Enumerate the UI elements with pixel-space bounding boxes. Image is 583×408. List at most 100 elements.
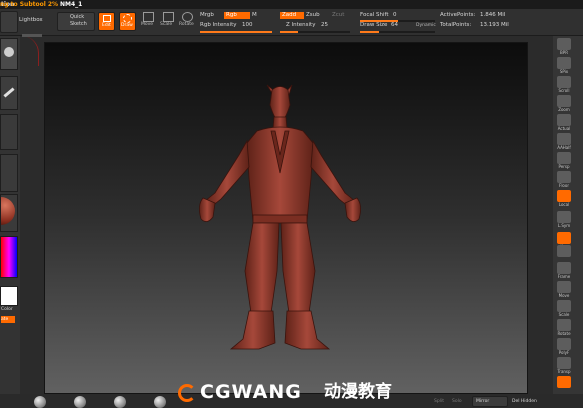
brand-logo-icon [178, 384, 196, 402]
dynamic-button[interactable]: Dynamic [416, 22, 436, 29]
solo-button[interactable]: Solo [452, 398, 462, 405]
shelf-button-label: Rotate [557, 331, 571, 336]
draw-icon [123, 14, 132, 23]
scroll-icon [557, 76, 571, 88]
scale-label: Scale [160, 22, 173, 27]
alpha-thumbnail[interactable] [0, 114, 18, 150]
brush-ball-1[interactable] [34, 396, 46, 408]
shelf-button-actual[interactable]: Actual [555, 114, 573, 133]
zadd-button[interactable]: Zadd [280, 12, 304, 19]
local-icon [557, 190, 571, 202]
move-button[interactable]: Move [140, 12, 155, 29]
z-intensity-label: Z Intensity [286, 22, 316, 28]
rgb-intensity-label: Rgb Intensity [200, 22, 237, 28]
texture-thumbnail[interactable] [0, 154, 18, 192]
rotate-button[interactable]: Rotate [179, 12, 194, 29]
z-intensity-slider[interactable] [280, 31, 350, 33]
shelf-button-transp[interactable]: Transp [555, 357, 573, 376]
shelf-button-scale[interactable]: Scale [555, 300, 573, 319]
shelf-button-l-sym[interactable]: L.Sym [555, 211, 573, 230]
draw-button[interactable]: Draw [119, 12, 136, 31]
stroke-thumbnail[interactable] [0, 76, 18, 110]
shelf-button-label: Frame [557, 274, 571, 279]
stroke-icon [3, 87, 15, 98]
shelf-button-label: Scale [558, 312, 570, 317]
draw-size-value: 64 [391, 22, 398, 28]
zsub-button[interactable]: Zsub [306, 12, 320, 19]
color-picker[interactable] [0, 236, 18, 278]
mrgb-button[interactable]: Mrgb [200, 12, 214, 19]
solo-icon [557, 376, 571, 388]
persp-icon [557, 152, 571, 164]
shelf-button-label: AAHalf [557, 145, 571, 150]
shelf-button-label: Persp [558, 164, 570, 169]
shelf-button-move[interactable]: Move [555, 281, 573, 300]
material-thumbnail[interactable] [0, 194, 18, 232]
scale-icon [557, 300, 571, 312]
z-intensity-value: 25 [321, 22, 328, 28]
edit-button[interactable]: Edit [98, 12, 115, 31]
material-sphere-icon [1, 197, 15, 225]
shelf-button-label: Floor [559, 183, 569, 188]
top-toolbar: Lightbox Quick Sketch Edit Draw Move Sca… [0, 9, 583, 36]
m-button[interactable]: M [252, 12, 257, 19]
top-tray-handle[interactable] [22, 34, 42, 37]
shelf-button-rotate[interactable]: Rotate [555, 319, 573, 338]
quick-sketch-line2: Sketch [70, 21, 87, 27]
document-canvas[interactable] [44, 42, 528, 394]
shelf-button-label: PolyF [558, 350, 570, 355]
shelf-button-aahalf[interactable]: AAHalf [555, 133, 573, 152]
character-model[interactable] [199, 84, 361, 350]
shelf-button-persp[interactable]: Persp [555, 152, 573, 171]
actual-icon [557, 114, 571, 126]
lightbox-button[interactable]: Lightbox [19, 17, 43, 24]
move-label: Move [141, 22, 154, 27]
shelf-button-label: L.Sym [557, 223, 571, 228]
rgb-intensity-slider[interactable] [200, 31, 272, 33]
rgb-button[interactable]: Rgb [224, 12, 250, 19]
left-shelf [22, 36, 42, 408]
mirror-button[interactable]: Mirror [472, 396, 508, 407]
shelf-button-label: Local [558, 202, 570, 207]
corner-arc [22, 36, 39, 66]
shelf-button-floor[interactable]: Floor [555, 171, 573, 190]
scale-button[interactable]: Scale [160, 12, 175, 29]
del-hidden-button[interactable]: Del Hidden [512, 398, 537, 405]
main-color-swatch[interactable] [0, 286, 18, 306]
brush-ball-3[interactable] [114, 396, 126, 408]
rotate-label: Rotate [179, 22, 194, 27]
shelf-button-bpr[interactable]: BPR [555, 38, 573, 57]
brand-text: CGWANG [200, 381, 302, 403]
shelf-button-solo[interactable] [555, 376, 573, 395]
split-button[interactable]: Split [434, 398, 444, 405]
total-points-label: TotalPoints: [440, 22, 472, 28]
aahalf-icon [557, 133, 571, 145]
brush-thumbnail[interactable] [0, 38, 18, 70]
floor-icon [557, 171, 571, 183]
focal-shift-label: Focal Shift [360, 12, 389, 18]
brush-icon [4, 47, 14, 57]
shelf-button-frame[interactable]: Frame [555, 262, 573, 281]
shelf-button-label: Transp [557, 369, 571, 374]
brush-ball-4[interactable] [154, 396, 166, 408]
spix-icon [557, 57, 571, 69]
quick-sketch-line1: Quick [70, 14, 85, 20]
shelf-button-polyf[interactable]: PolyF [555, 338, 573, 357]
draw-size-slider[interactable] [360, 31, 435, 33]
shelf-button-spix[interactable]: SPix [555, 57, 573, 76]
zoom-icon [557, 95, 571, 107]
shelf-button-scroll[interactable]: Scroll [555, 76, 573, 95]
switch-color-button[interactable]: ate [1, 316, 15, 323]
shelf-button-local[interactable]: Local [555, 190, 573, 209]
quick-sketch-button[interactable]: Quick Sketch [57, 12, 95, 31]
brush-ball-2[interactable] [74, 396, 86, 408]
shelf-button-zoom[interactable]: Zoom [555, 95, 573, 114]
rotate-axis-icon [557, 245, 571, 257]
bpr-icon [557, 38, 571, 50]
edit-label: Edit [102, 23, 111, 28]
menu-left-button[interactable] [0, 11, 18, 33]
zcut-button[interactable]: Zcut [332, 12, 344, 19]
model-viewport[interactable] [45, 43, 527, 393]
polyf-icon [557, 338, 571, 350]
shelf-button-label: SPix [559, 69, 569, 74]
